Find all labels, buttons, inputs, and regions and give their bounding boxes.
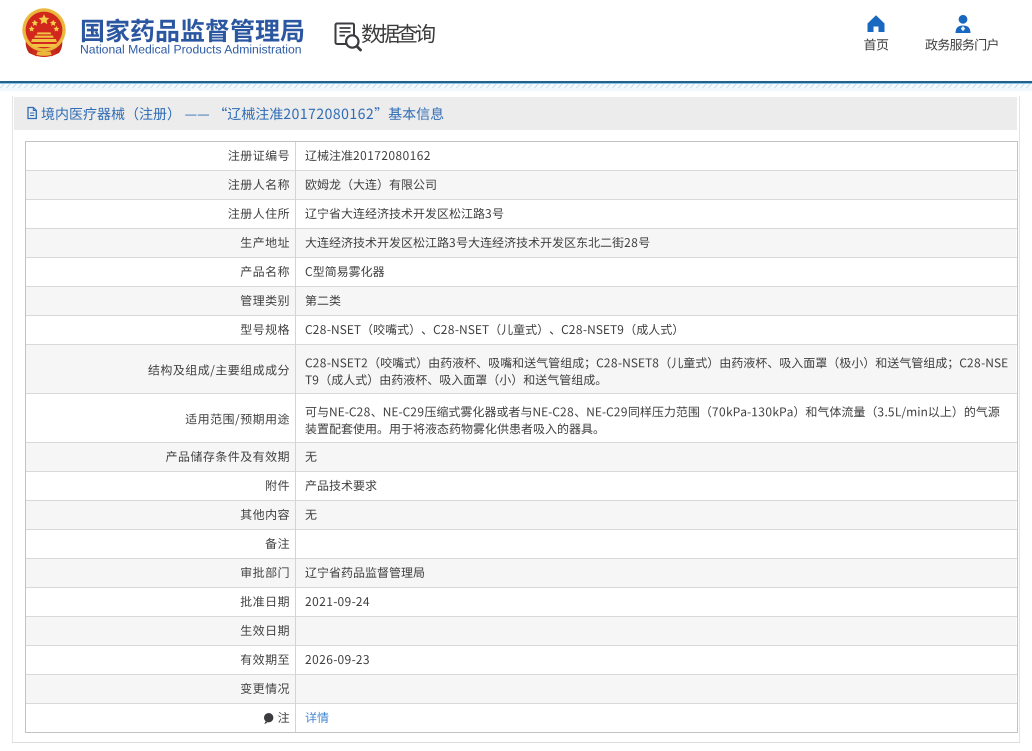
svg-text:National Medical Products Admi: National Medical Products Administration <box>80 43 302 57</box>
